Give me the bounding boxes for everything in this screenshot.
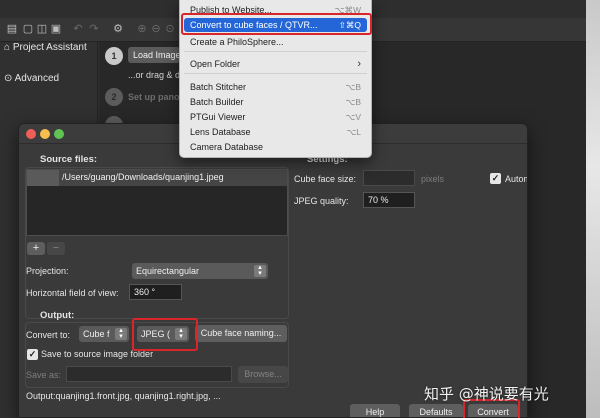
automatic-label: Automatic: [505, 174, 527, 184]
cube-face-size-field[interactable]: [363, 170, 415, 186]
cube-face-naming-button[interactable]: Cube face naming...: [195, 325, 287, 342]
menu-item-shortcut: ⌥L: [346, 127, 361, 137]
step-number: 1: [105, 47, 123, 65]
menu-item-label: PTGui Viewer: [190, 112, 246, 122]
annotation-highlight-menu-item: [181, 13, 372, 35]
step-label: Set up pano: [128, 92, 180, 102]
menu-item-lens-database[interactable]: Lens Database ⌥L: [184, 125, 367, 139]
zoom-fit-icon[interactable]: ⊙: [164, 23, 176, 35]
source-files-list[interactable]: /Users/guang/Downloads/quanjing1.jpeg: [26, 169, 288, 236]
menu-item-batch-builder[interactable]: Batch Builder ⌥B: [184, 95, 367, 109]
convert-to-value: Cube f: [83, 329, 110, 339]
hfov-label: Horizontal field of view:: [26, 288, 119, 298]
source-files-heading: Source files:: [40, 154, 98, 165]
chevron-updown-icon: ▴ ▾: [115, 327, 127, 340]
sidebar-item-label: Advanced: [14, 73, 60, 84]
zhihu-watermark: 知乎 @神说要有光: [424, 385, 549, 403]
zoom-out-icon[interactable]: ⊖: [150, 23, 162, 35]
sidebar-item-project-assistant[interactable]: ⌂ Project Assistant: [4, 42, 87, 53]
chevron-right-icon: ›: [357, 58, 361, 70]
menu-item-shortcut: ⌥B: [345, 97, 361, 107]
home-icon: ⌂: [4, 42, 11, 53]
cube-face-size-label: Cube face size:: [294, 174, 357, 184]
automatic-checkbox[interactable]: ✓: [490, 173, 501, 184]
pixels-unit: pixels: [421, 174, 445, 184]
drag-hint: ...or drag & d: [128, 70, 181, 80]
new-project-icon[interactable]: ▢: [22, 23, 34, 35]
browse-button[interactable]: Browse...: [238, 366, 288, 383]
menu-item-shortcut: ⌥B: [345, 82, 361, 92]
file-thumbnail: [27, 170, 59, 186]
menu-item-label: Batch Stitcher: [190, 82, 247, 92]
file-path: /Users/guang/Downloads/quanjing1.jpeg: [62, 172, 224, 182]
redo-icon[interactable]: ↷: [88, 23, 100, 35]
menu-item-create-philosphere[interactable]: Create a PhiloSphere...: [184, 35, 367, 49]
chevron-updown-icon: ▴ ▾: [254, 264, 266, 277]
remove-file-button[interactable]: −: [47, 242, 65, 255]
minimize-window-button[interactable]: [40, 129, 50, 139]
menu-item-label: Lens Database: [190, 127, 251, 137]
output-files-preview: Output:quanjing1.front.jpg, quanjing1.ri…: [26, 391, 221, 401]
menu-separator: [184, 73, 367, 74]
menu-item-camera-database[interactable]: Camera Database: [184, 140, 367, 154]
menu-separator: [184, 51, 367, 52]
sidebar-toggle-icon[interactable]: ▤: [6, 23, 18, 35]
annotation-highlight-format: [132, 318, 198, 351]
projection-label: Projection:: [26, 266, 69, 276]
convert-to-label: Convert to:: [26, 330, 71, 340]
menu-item-label: Batch Builder: [190, 97, 244, 107]
convert-to-cube-faces-dialog: Source files: /Users/guang/Downloads/qua…: [18, 123, 528, 418]
convert-to-select[interactable]: Cube f ▴ ▾: [79, 326, 129, 342]
open-project-icon[interactable]: ◫: [36, 23, 48, 35]
projection-select[interactable]: Equirectangular ▴ ▾: [132, 263, 268, 279]
menu-item-label: Camera Database: [190, 142, 264, 152]
sidebar-item-advanced[interactable]: ⊙ Advanced: [4, 73, 59, 84]
desktop-background: [585, 0, 600, 418]
hfov-field[interactable]: 360 °: [129, 284, 182, 300]
save-as-label: Save as:: [26, 370, 62, 380]
menu-item-batch-stitcher[interactable]: Batch Stitcher ⌥B: [184, 80, 367, 94]
defaults-button[interactable]: Defaults: [409, 404, 463, 417]
add-file-button[interactable]: +: [27, 242, 45, 255]
save-project-icon[interactable]: ▣: [50, 23, 62, 35]
close-window-button[interactable]: [26, 129, 36, 139]
output-heading: Output:: [40, 310, 75, 321]
list-item[interactable]: /Users/guang/Downloads/quanjing1.jpeg: [27, 170, 287, 186]
help-button[interactable]: Help: [350, 404, 400, 417]
menu-item-shortcut: ⌥V: [345, 112, 361, 122]
projection-value: Equirectangular: [136, 266, 200, 276]
gear-icon[interactable]: ⚙: [112, 23, 124, 35]
step-number: 2: [105, 88, 123, 106]
menu-item-ptgui-viewer[interactable]: PTGui Viewer ⌥V: [184, 110, 367, 124]
jpeg-quality-label: JPEG quality:: [294, 196, 349, 206]
save-as-field[interactable]: [66, 366, 232, 382]
chevron-right-circle-icon: ⊙: [4, 73, 13, 84]
menu-item-open-folder[interactable]: Open Folder ›: [184, 57, 367, 71]
save-to-source-checkbox[interactable]: ✓: [27, 349, 38, 360]
sidebar-item-label: Project Assistant: [12, 42, 87, 53]
menu-item-label: Create a PhiloSphere...: [190, 37, 284, 47]
zoom-in-icon[interactable]: ⊕: [136, 23, 148, 35]
jpeg-quality-field[interactable]: 70 %: [363, 192, 415, 208]
load-images-button[interactable]: Load Image: [128, 47, 180, 63]
undo-icon[interactable]: ↶: [72, 23, 84, 35]
zoom-window-button[interactable]: [54, 129, 64, 139]
menu-item-label: Open Folder: [190, 59, 241, 69]
